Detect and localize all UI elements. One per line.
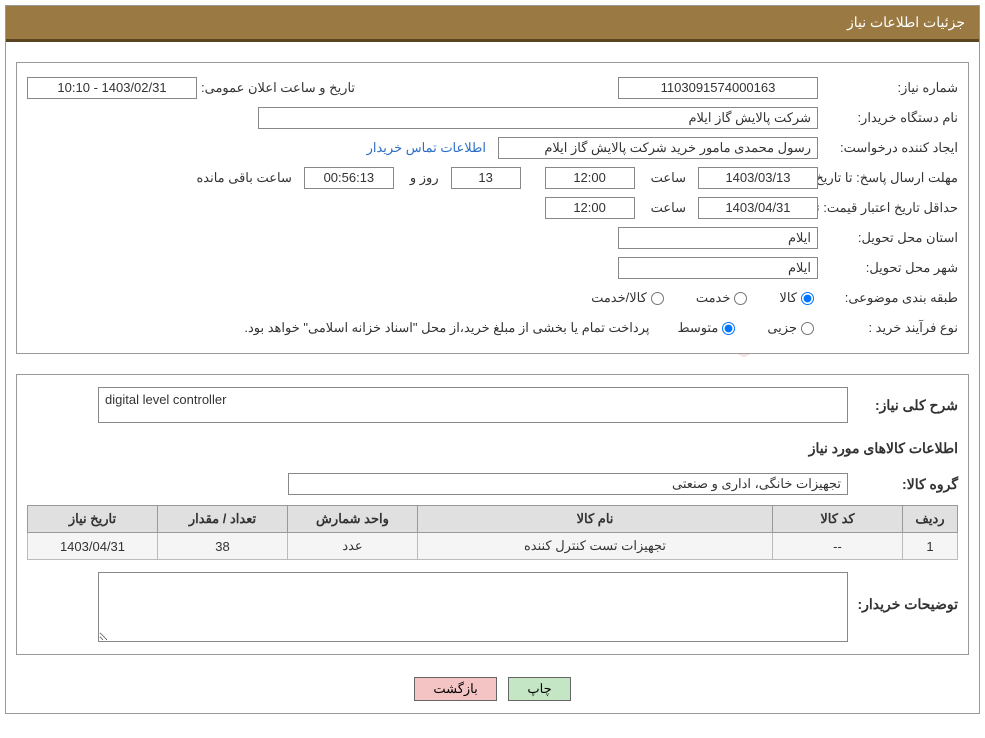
need-summary-label: شرح کلی نیاز: [848,397,958,414]
radio-medium-label: متوسط [673,320,718,336]
price-validity-label: حداقل تاریخ اعتبار قیمت: تا تاریخ: [818,200,958,216]
radio-minor-label: جزیی [763,320,797,336]
radio-goods[interactable] [801,292,814,305]
response-remain-label: ساعت باقی مانده [192,170,291,186]
response-deadline-date: 1403/03/13 [698,167,818,189]
price-validity-time-label: ساعت [647,200,686,216]
radio-both[interactable] [651,292,664,305]
goods-group-value: تجهیزات خانگی، اداری و صنعتی [288,473,848,495]
radio-both-label: کالا/خدمت [587,290,647,306]
delivery-province-label: استان محل تحویل: [818,230,958,246]
buyer-notes-label: توضیحات خریدار: [848,572,958,613]
goods-group-label: گروه کالا: [848,476,958,493]
need-number-label: شماره نیاز: [818,80,958,96]
buyer-contact-link[interactable]: اطلاعات تماس خریدار [367,140,486,156]
need-number-value: 1103091574000163 [618,77,818,99]
process-type-note: پرداخت تمام یا بخشی از مبلغ خرید،از محل … [240,320,649,336]
radio-goods-label: کالا [775,290,797,306]
classification-label: طبقه بندی موضوعی: [818,290,958,306]
th-row: ردیف [903,506,958,533]
requester-value: رسول محمدی مامور خرید شرکت پالایش گاز ای… [498,137,818,159]
radio-service-label: خدمت [692,290,731,306]
th-code: کد کالا [773,506,903,533]
cell-row: 1 [903,533,958,560]
items-table: ردیف کد کالا نام کالا واحد شمارش تعداد /… [27,505,958,560]
cell-code: -- [773,533,903,560]
response-days: 13 [451,167,521,189]
delivery-city-value: ایلام [618,257,818,279]
radio-service[interactable] [734,292,747,305]
need-items-title: اطلاعات کالاهای مورد نیاز [809,440,958,457]
response-days-label: روز و [406,170,439,186]
price-validity-date: 1403/04/31 [698,197,818,219]
th-date: تاریخ نیاز [28,506,158,533]
delivery-province-value: ایلام [618,227,818,249]
need-summary-value: digital level controller [98,387,848,423]
radio-minor[interactable] [801,322,814,335]
announce-datetime-label: تاریخ و ساعت اعلان عمومی: [197,80,355,96]
response-deadline-label: مهلت ارسال پاسخ: تا تاریخ: [818,170,958,186]
cell-qty: 38 [158,533,288,560]
radio-medium[interactable] [722,322,735,335]
cell-name: تجهیزات تست کنترل کننده [418,533,773,560]
th-name: نام کالا [418,506,773,533]
need-details-block: شماره نیاز: 1103091574000163 تاریخ و ساع… [16,62,969,354]
response-time-label: ساعت [647,170,686,186]
table-row: 1 -- تجهیزات تست کنترل کننده عدد 38 1403… [28,533,958,560]
requester-label: ایجاد کننده درخواست: [818,140,958,156]
buyer-org-value: شرکت پالایش گاز ایلام [258,107,818,129]
response-deadline-time: 12:00 [545,167,635,189]
cell-unit: عدد [288,533,418,560]
th-unit: واحد شمارش [288,506,418,533]
back-button[interactable]: بازگشت [414,677,496,701]
cell-date: 1403/04/31 [28,533,158,560]
announce-datetime-value: 1403/02/31 - 10:10 [27,77,197,99]
page-title: جزئیات اطلاعات نیاز [6,6,979,42]
th-qty: تعداد / مقدار [158,506,288,533]
button-row: چاپ بازگشت [6,665,979,713]
need-items-block: شرح کلی نیاز: digital level controller ا… [16,374,969,655]
print-button[interactable]: چاپ [508,677,570,701]
delivery-city-label: شهر محل تحویل: [818,260,958,276]
price-validity-time: 12:00 [545,197,635,219]
buyer-org-label: نام دستگاه خریدار: [818,110,958,126]
process-type-label: نوع فرآیند خرید : [818,320,958,336]
buyer-notes-textarea[interactable] [98,572,848,642]
response-remain: 00:56:13 [304,167,394,189]
